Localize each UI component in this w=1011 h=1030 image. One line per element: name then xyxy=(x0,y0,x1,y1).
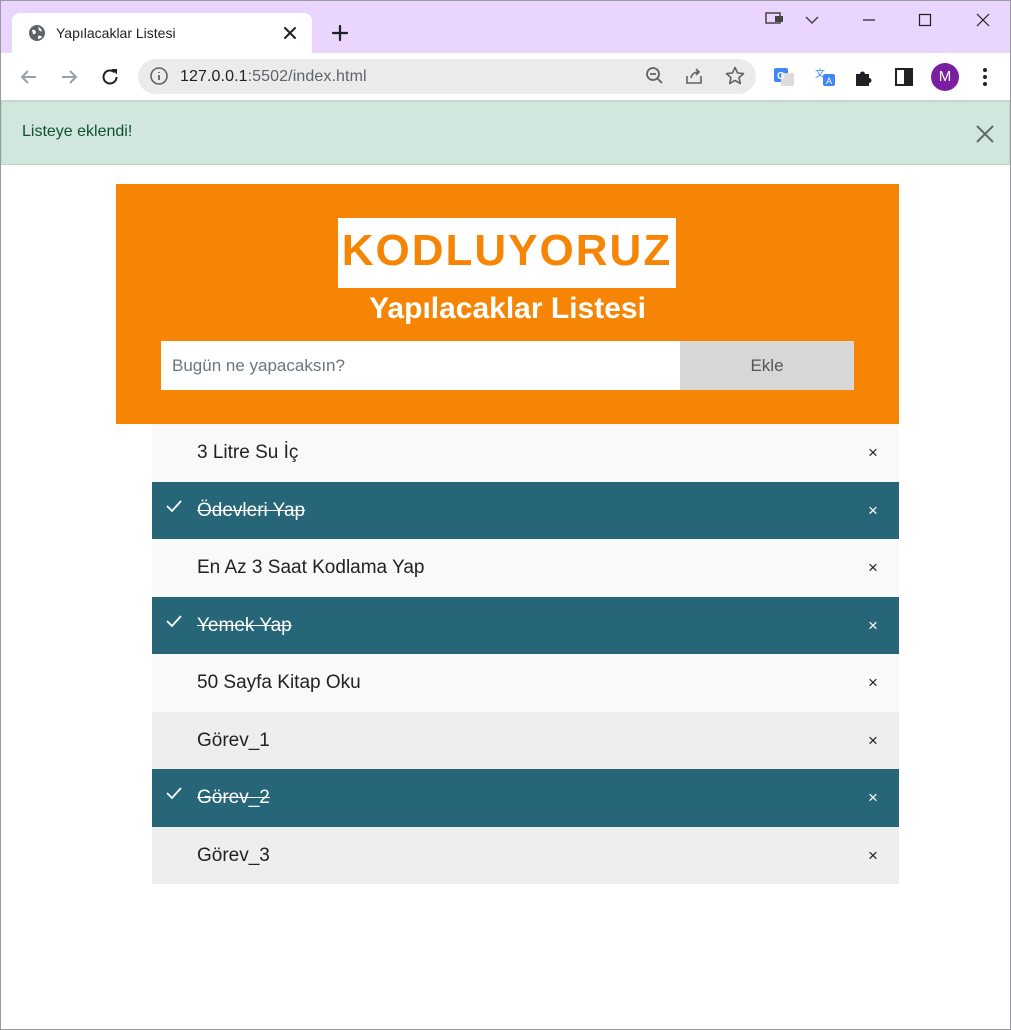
add-button[interactable]: Ekle xyxy=(680,341,854,390)
task-text: 3 Litre Su İç xyxy=(197,442,299,463)
close-tab-icon[interactable] xyxy=(280,23,300,43)
browser-tab-strip: Yapılacaklar Listesi xyxy=(1,1,1010,53)
reload-icon[interactable] xyxy=(98,65,122,89)
task-text: Yemek Yap xyxy=(197,614,292,636)
delete-task-icon[interactable]: × xyxy=(864,443,882,463)
browser-tab[interactable]: Yapılacaklar Listesi xyxy=(12,13,312,53)
globe-icon xyxy=(29,25,45,41)
close-icon[interactable] xyxy=(974,123,996,145)
task-text: Görev_2 xyxy=(197,787,270,808)
delete-task-icon[interactable]: × xyxy=(864,731,882,751)
delete-task-icon[interactable]: × xyxy=(864,673,882,693)
minimize-icon[interactable] xyxy=(854,7,884,33)
checkmark-icon xyxy=(166,499,182,512)
task-item[interactable]: 3 Litre Su İç × xyxy=(152,424,899,482)
todo-header: KODLUYORUZ Yapılacaklar Listesi Ekle xyxy=(116,184,899,424)
translate-extension-icon[interactable]: 文 A xyxy=(813,65,837,89)
success-alert: Listeye eklendi! xyxy=(1,101,1010,165)
task-item[interactable]: Görev_1 × xyxy=(152,711,899,769)
close-window-icon[interactable] xyxy=(968,7,998,33)
logo-text: KODLUYORUZ xyxy=(341,226,673,275)
task-text: En Az 3 Saat Kodlama Yap xyxy=(197,557,425,578)
svg-text:G: G xyxy=(777,71,785,82)
side-panel-icon[interactable] xyxy=(892,65,916,89)
chevron-down-icon[interactable] xyxy=(797,7,827,33)
task-text: 50 Sayfa Kitap Oku xyxy=(197,672,361,693)
share-icon[interactable] xyxy=(682,64,706,88)
svg-text:A: A xyxy=(826,76,832,86)
maximize-icon[interactable] xyxy=(910,7,940,33)
task-item[interactable]: Ödevleri Yap × xyxy=(152,481,899,539)
delete-task-icon[interactable]: × xyxy=(864,501,882,521)
browser-toolbar: 127.0.0.1:5502/index.html G 文 A M xyxy=(1,53,1010,100)
zoom-out-icon[interactable] xyxy=(643,64,667,88)
task-item[interactable]: En Az 3 Saat Kodlama Yap × xyxy=(152,539,899,597)
address-bar[interactable]: 127.0.0.1:5502/index.html xyxy=(138,59,756,94)
task-item[interactable]: Yemek Yap × xyxy=(152,596,899,654)
kodluyoruz-logo: KODLUYORUZ xyxy=(338,218,676,288)
back-arrow-icon[interactable] xyxy=(17,65,41,89)
info-icon[interactable] xyxy=(148,65,170,87)
tab-search-media-icon[interactable] xyxy=(761,7,791,33)
bookmark-star-icon[interactable] xyxy=(723,64,747,88)
task-text: Görev_1 xyxy=(197,729,270,751)
page-title: Yapılacaklar Listesi xyxy=(369,292,646,325)
profile-avatar[interactable]: M xyxy=(931,63,959,91)
tab-title: Yapılacaklar Listesi xyxy=(56,25,176,41)
task-item[interactable]: Görev_2 × xyxy=(152,769,899,827)
task-text: Görev_3 xyxy=(197,844,270,866)
forward-arrow-icon[interactable] xyxy=(57,65,81,89)
checkmark-icon xyxy=(166,787,182,800)
task-item[interactable]: Görev_3 × xyxy=(152,826,899,884)
more-menu-icon[interactable] xyxy=(973,65,997,89)
google-translate-icon[interactable]: G xyxy=(772,65,796,89)
checkmark-icon xyxy=(166,614,182,627)
task-text: Ödevleri Yap xyxy=(197,499,306,521)
new-tab-icon[interactable] xyxy=(328,21,352,45)
delete-task-icon[interactable]: × xyxy=(864,846,882,866)
delete-task-icon[interactable]: × xyxy=(864,616,882,636)
alert-message: Listeye eklendi! xyxy=(22,123,133,140)
task-item[interactable]: 50 Sayfa Kitap Oku × xyxy=(152,654,899,712)
url-text: 127.0.0.1:5502/index.html xyxy=(180,68,367,85)
delete-task-icon[interactable]: × xyxy=(864,788,882,808)
delete-task-icon[interactable]: × xyxy=(864,558,882,578)
task-input[interactable] xyxy=(161,341,680,390)
task-list: 3 Litre Su İç × Ödevleri Yap × En Az 3 Saat … xyxy=(152,424,899,884)
extensions-puzzle-icon[interactable] xyxy=(852,65,876,89)
